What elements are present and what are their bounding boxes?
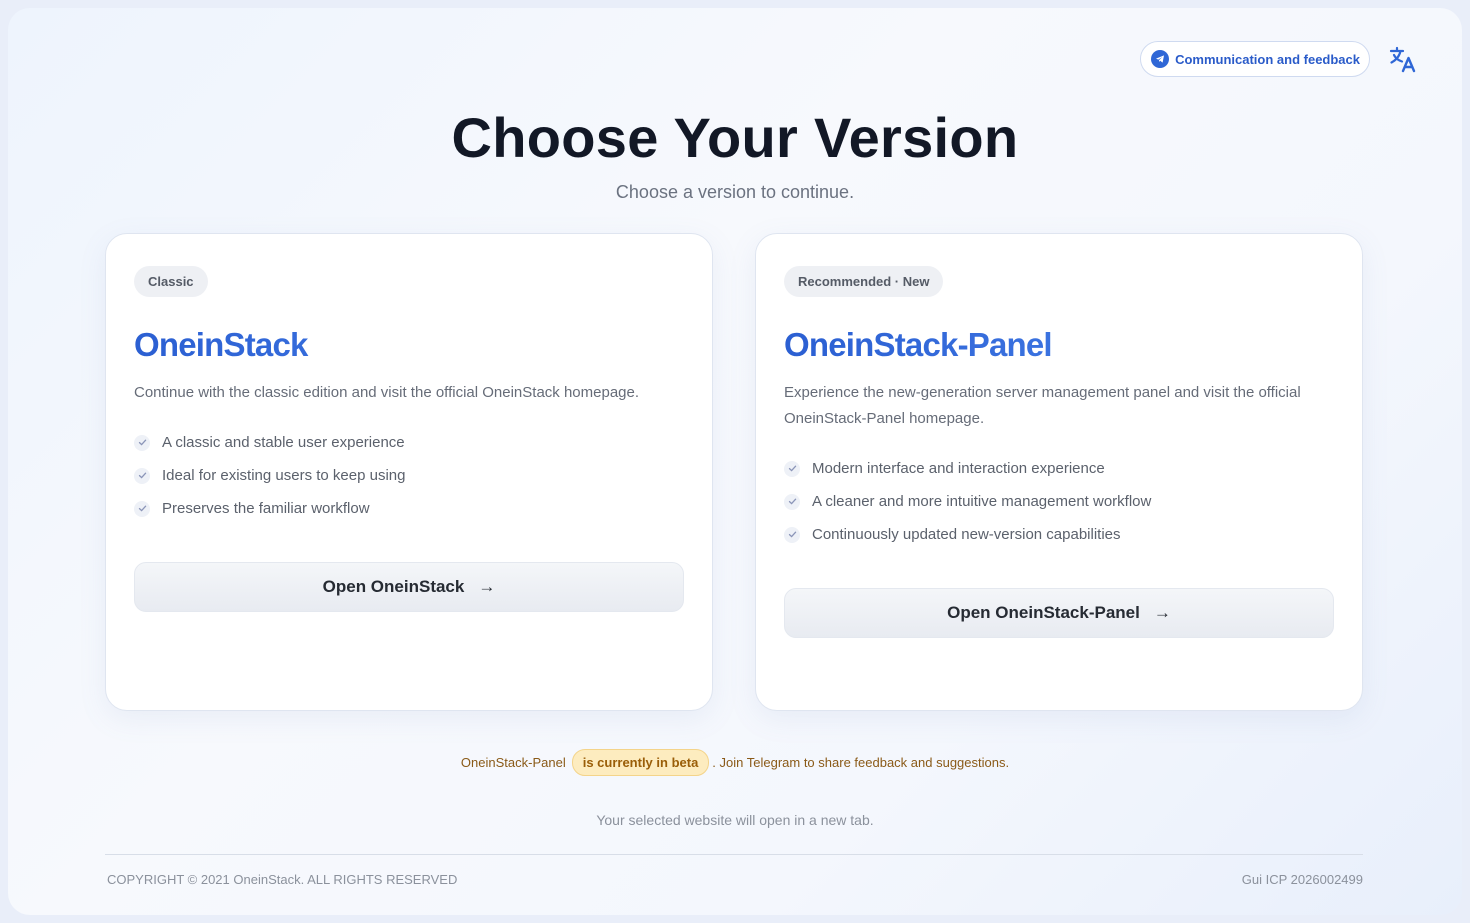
feature-text: Continuously updated new-version capabil…: [812, 526, 1121, 543]
version-card-panel: Recommended · New OneinStack-Panel Exper…: [755, 233, 1363, 711]
card-title: OneinStack-Panel: [784, 327, 1334, 363]
page-container: Communication and feedback Choose Your V…: [8, 8, 1462, 915]
card-title: OneinStack: [134, 327, 684, 363]
feature-item: Ideal for existing users to keep using: [134, 459, 684, 492]
arrow-right-icon: →: [478, 577, 496, 596]
feature-text: A cleaner and more intuitive management …: [812, 493, 1152, 510]
card-tag: Classic: [134, 266, 208, 297]
feature-text: Ideal for existing users to keep using: [162, 467, 406, 484]
check-icon: [134, 434, 150, 451]
feature-item: A classic and stable user experience: [134, 426, 684, 459]
feature-list: Modern interface and interaction experie…: [784, 452, 1334, 551]
telegram-icon: [1151, 50, 1170, 68]
version-card-classic: Classic OneinStack Continue with the cla…: [105, 233, 713, 711]
copyright-text: COPYRIGHT © 2021 OneinStack. ALL RIGHTS …: [107, 872, 458, 887]
arrow-right-icon: →: [1153, 603, 1171, 622]
beta-badge: is currently in beta: [571, 749, 710, 776]
check-icon: [784, 526, 800, 543]
feedback-button[interactable]: Communication and feedback: [1140, 41, 1370, 77]
top-bar: Communication and feedback: [1140, 41, 1418, 77]
footer-divider: [105, 854, 1363, 855]
check-icon: [784, 460, 800, 477]
page-title: Choose Your Version: [451, 106, 1019, 169]
feature-text: Preserves the familiar workflow: [162, 500, 370, 517]
open-oneinstack-button[interactable]: Open OneinStack →: [134, 562, 684, 612]
icp-link[interactable]: Gui ICP 2026002499: [1242, 872, 1363, 887]
check-icon: [134, 500, 150, 517]
check-icon: [134, 467, 150, 484]
card-description: Continue with the classic edition and vi…: [134, 384, 640, 401]
feature-item: Preserves the familiar workflow: [134, 492, 684, 525]
new-tab-note: Your selected website will open in a new…: [596, 812, 874, 828]
feature-list: A classic and stable user experience Ide…: [134, 426, 684, 525]
feature-item: Continuously updated new-version capabil…: [784, 518, 1334, 551]
check-icon: [784, 493, 800, 510]
button-label: Open OneinStack-Panel: [947, 603, 1140, 622]
feature-text: A classic and stable user experience: [162, 434, 405, 451]
translate-icon[interactable]: [1388, 44, 1418, 74]
feature-item: A cleaner and more intuitive management …: [784, 485, 1334, 518]
feature-item: Modern interface and interaction experie…: [784, 452, 1334, 485]
card-tag: Recommended · New: [784, 266, 944, 297]
feature-text: Modern interface and interaction experie…: [812, 460, 1105, 477]
button-label: Open OneinStack: [322, 577, 465, 596]
open-oneinstack-panel-button[interactable]: Open OneinStack-Panel →: [784, 588, 1334, 638]
page-subtitle: Choose a version to continue.: [615, 182, 855, 202]
beta-notice-suffix: . Join Telegram to share feedback and su…: [712, 755, 1010, 770]
beta-notice-prefix: OneinStack-Panel: [460, 755, 566, 770]
beta-notice: OneinStack-Panel is currently in beta . …: [8, 749, 1462, 776]
card-description: Experience the new-generation server man…: [784, 384, 1301, 427]
feedback-label: Communication and feedback: [1175, 51, 1360, 67]
